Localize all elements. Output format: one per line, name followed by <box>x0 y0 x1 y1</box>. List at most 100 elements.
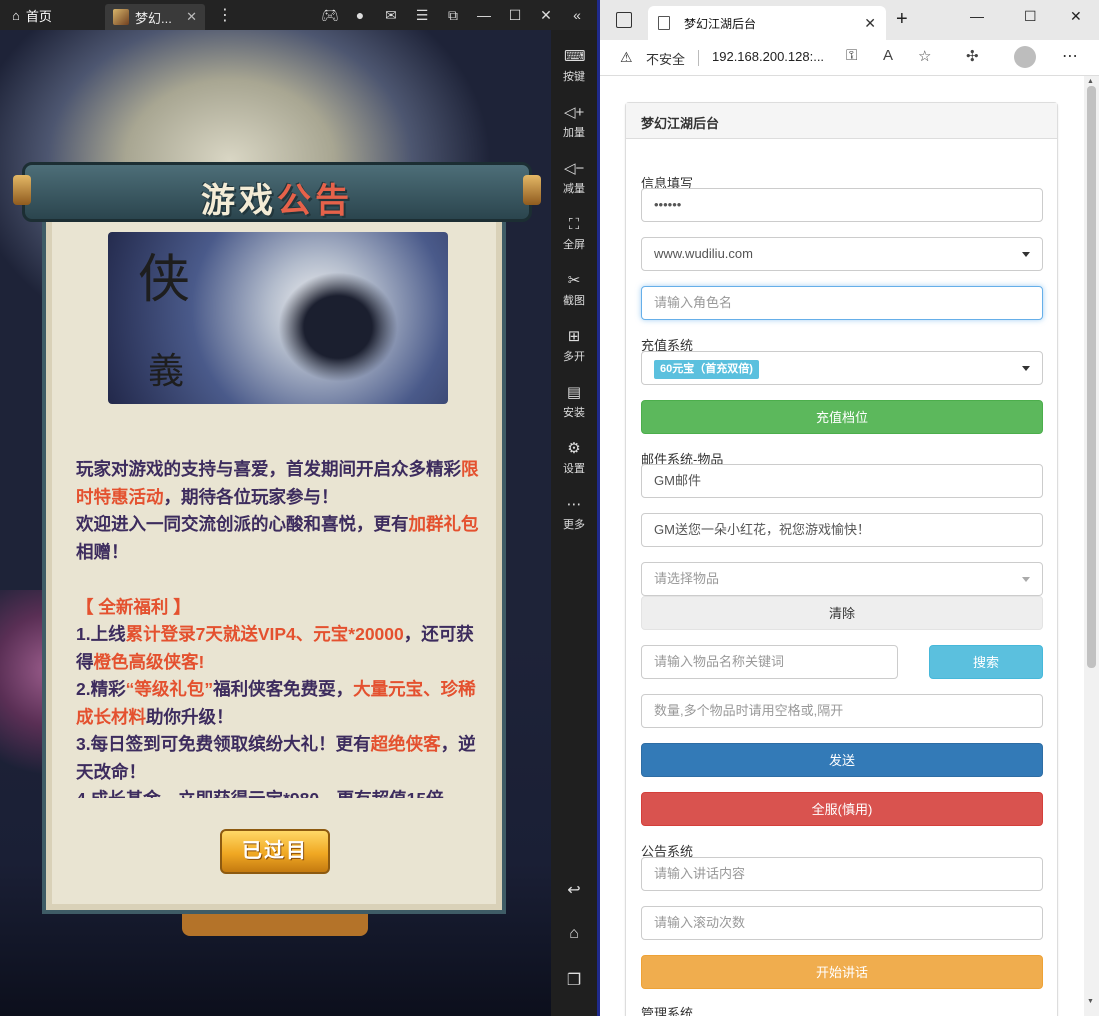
profile-avatar[interactable] <box>1014 46 1036 68</box>
sidebar-item-settings[interactable]: ⚙ 设置 <box>551 440 597 476</box>
all-server-button[interactable]: 全服(慎用) <box>641 792 1043 826</box>
notice-paragraph: 玩家对游戏的支持与喜爱，首发期间开启众多精彩限时特惠活动，期待各位玩家参与！ <box>76 459 479 507</box>
manage-label: 管理系统 <box>641 1006 694 1016</box>
sidebar-item-fullscreen[interactable]: ⛶ 全屏 <box>551 216 597 252</box>
announce-content-input[interactable]: 请输入讲话内容 <box>641 857 1043 891</box>
home-icon[interactable]: ⌂ <box>551 925 597 943</box>
close-icon[interactable]: ✕ <box>538 7 554 24</box>
quantity-input[interactable]: 数量,多个物品时请用空格或,隔开 <box>641 694 1043 728</box>
maximize-icon[interactable]: ☐ <box>1024 8 1037 25</box>
search-button[interactable]: 搜索 <box>929 645 1043 679</box>
back-icon[interactable]: ↩ <box>551 880 597 900</box>
extensions-icon[interactable]: ✣ <box>966 47 979 65</box>
menu-icon[interactable]: ☰ <box>414 7 430 24</box>
sidebar-item-keymap[interactable]: ⌨ 按键 <box>551 48 597 84</box>
sidebar-item-screenshot[interactable]: ✂ 截图 <box>551 272 597 308</box>
home-icon: ⌂ <box>12 7 20 23</box>
recharge-button[interactable]: 充值档位 <box>641 400 1043 434</box>
notice-title: 游戏公告 <box>201 181 353 221</box>
fullscreen-icon: ⛶ <box>568 216 580 233</box>
item-search-input[interactable]: 请输入物品名称关键词 <box>641 645 898 679</box>
panel-title: 梦幻江湖后台 <box>626 103 1057 139</box>
chevron-down-icon <box>1022 577 1030 582</box>
emulator-home-tab[interactable]: ⌂ 首页 <box>0 0 105 30</box>
emulator-sidebar: ⌨ 按键 ◁+ 加量 ◁− 减量 ⛶ 全屏 ✂ 截图 ⊞ 多开 ▤ 安装 ⚙ 设置 ⋯ 更多 ↩ … <box>551 30 597 1016</box>
page-icon <box>658 16 670 30</box>
close-tab-icon[interactable]: ✕ <box>186 9 197 25</box>
sidebar-item-multi-instance[interactable]: ⊞ 多开 <box>551 328 597 364</box>
collapse-sidebar-icon[interactable]: « <box>569 7 585 23</box>
recharge-selected-tag: 60元宝（首充双倍) <box>654 360 759 379</box>
sidebar-item-volume-down[interactable]: ◁− 减量 <box>551 160 597 196</box>
desktop: ⌂ 首页 梦幻... ✕ ⋮ 🎮︎ ● ✉ ☰ ⧉ — ☐ ✕ « 侠 義 玩家… <box>0 0 1099 1016</box>
recharge-select[interactable]: 60元宝（首充双倍) <box>641 351 1043 385</box>
game-thumbnail-icon <box>113 9 129 25</box>
volume-down-icon: ◁− <box>564 160 585 177</box>
browser-window: 梦幻江湖后台 ✕ + — ☐ ✕ ⚠ 不安全 192.168.200.128:.… <box>600 0 1099 1016</box>
browser-tab-active[interactable]: 梦幻江湖后台 ✕ <box>648 6 886 40</box>
add-favorite-icon[interactable]: ☆ <box>918 47 931 65</box>
address-separator <box>698 50 699 66</box>
emulator-window-controls: 🎮︎ ● ✉ ☰ ⧉ — ☐ ✕ « <box>321 7 597 24</box>
notice-list-item: 4.成长基金，立即获得元宝*980，更有超值15倍 <box>76 786 486 798</box>
scissors-icon: ✂ <box>567 272 581 289</box>
notice-list-item: 3.每日签到可免费领取缤纷大礼！更有超绝侠客，逆天改命！ <box>76 734 476 782</box>
maximize-icon[interactable]: ☐ <box>507 7 523 24</box>
more-icon: ⋯ <box>566 496 582 513</box>
scrollbar-thumb[interactable] <box>1087 86 1096 668</box>
item-select[interactable]: 请选择物品 <box>641 562 1043 596</box>
mail-icon[interactable]: ✉ <box>383 7 399 24</box>
scroll-down-icon[interactable]: ▼ <box>1087 998 1094 1005</box>
multi-instance-icon: ⊞ <box>567 328 581 345</box>
sidebar-item-more[interactable]: ⋯ 更多 <box>551 496 597 532</box>
sidebar-item-install[interactable]: ▤ 安装 <box>551 384 597 420</box>
banner-hero-silhouette <box>278 272 398 382</box>
announce-count-input[interactable]: 请输入滚动次数 <box>641 906 1043 940</box>
keyboard-icon: ⌨ <box>564 48 586 65</box>
role-name-input[interactable]: 请输入角色名 <box>641 286 1043 320</box>
emulator-tabbar: ⌂ 首页 梦幻... ✕ ⋮ 🎮︎ ● ✉ ☰ ⧉ — ☐ ✕ « <box>0 0 597 30</box>
server-select[interactable]: www.wudiliu.com <box>641 237 1043 271</box>
security-status[interactable]: 不安全 <box>646 49 685 68</box>
tab-actions-icon[interactable] <box>616 12 632 28</box>
password-field[interactable]: •••••• <box>641 188 1043 222</box>
address-bar[interactable]: 192.168.200.128:... <box>712 49 824 64</box>
browser-toolbar: ⚠ 不安全 192.168.200.128:... ⚿ A ☆ ✣ ⋯ <box>600 40 1099 76</box>
mail-title-input[interactable]: GM邮件 <box>641 464 1043 498</box>
read-aloud-icon[interactable]: A <box>883 47 893 64</box>
banner-character-xia: 侠 <box>138 250 191 310</box>
page-content: 梦幻江湖后台 信息填写 •••••• www.wudiliu.com 请输入角色… <box>600 76 1099 1016</box>
volume-up-icon: ◁+ <box>564 104 585 121</box>
tab-menu-icon[interactable]: ⋮ <box>217 5 233 25</box>
more-icon[interactable]: ⋯ <box>1062 46 1078 66</box>
notice-banner-image: 侠 義 <box>108 232 448 404</box>
minimize-icon[interactable]: — <box>476 7 492 23</box>
chevron-down-icon <box>1022 252 1030 257</box>
account-icon[interactable]: ● <box>352 7 368 23</box>
page-scrollbar[interactable]: ▲ ▼ <box>1084 76 1099 1016</box>
recent-apps-icon[interactable]: ❐ <box>551 970 597 990</box>
minimize-icon[interactable]: — <box>970 8 984 24</box>
gamepad-icon[interactable]: 🎮︎ <box>321 7 339 24</box>
game-screen[interactable]: 侠 義 玩家对游戏的支持与喜爱，首发期间开启众多精彩限时特惠活动，期待各位玩家参… <box>0 30 551 1016</box>
acknowledge-button[interactable]: 已过目 <box>220 829 330 874</box>
new-tab-icon[interactable]: + <box>896 8 908 31</box>
close-tab-icon[interactable]: ✕ <box>864 15 876 32</box>
key-icon[interactable]: ⚿ <box>846 47 857 64</box>
start-announce-button[interactable]: 开始讲话 <box>641 955 1043 989</box>
apk-install-icon: ▤ <box>566 384 582 401</box>
send-button[interactable]: 发送 <box>641 743 1043 777</box>
mail-body-input[interactable]: GM送您一朵小红花，祝您游戏愉快！ <box>641 513 1043 547</box>
emulator-game-tab[interactable]: 梦幻... ✕ <box>105 4 205 30</box>
admin-panel: 梦幻江湖后台 信息填写 •••••• www.wudiliu.com 请输入角色… <box>625 102 1058 1016</box>
home-tab-label: 首页 <box>25 8 52 24</box>
sidebar-item-volume-up[interactable]: ◁+ 加量 <box>551 104 597 140</box>
clear-button[interactable]: 清除 <box>641 596 1043 630</box>
scroll-up-icon[interactable]: ▲ <box>1087 78 1094 85</box>
pin-icon[interactable]: ⧉ <box>445 7 461 24</box>
notice-body: 玩家对游戏的支持与喜爱，首发期间开启众多精彩限时特惠活动，期待各位玩家参与！ 欢… <box>76 456 486 798</box>
warning-icon[interactable]: ⚠ <box>620 49 633 66</box>
server-select-value: www.wudiliu.com <box>654 246 753 261</box>
close-icon[interactable]: ✕ <box>1070 8 1082 25</box>
